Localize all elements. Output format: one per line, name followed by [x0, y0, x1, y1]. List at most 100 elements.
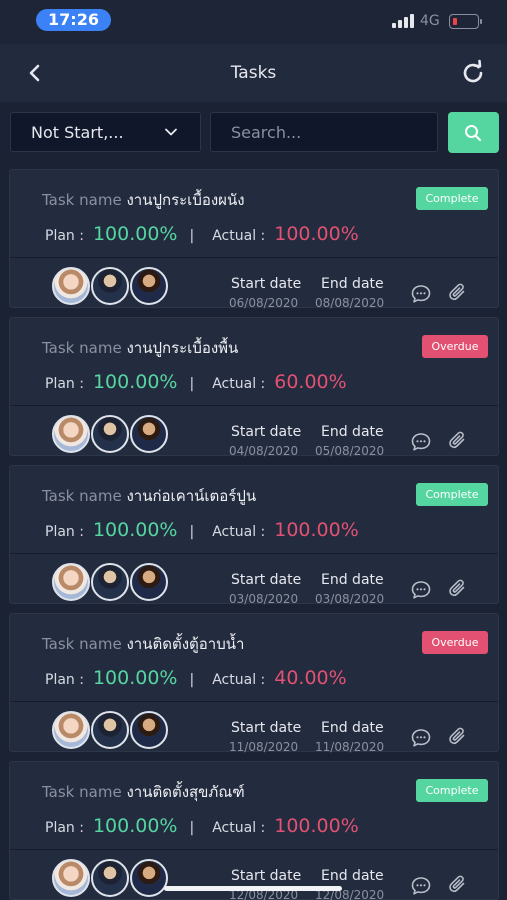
- avatar: [130, 859, 168, 897]
- chat-bubble-icon[interactable]: [410, 431, 432, 453]
- task-name-label: Task name: [42, 339, 122, 357]
- start-date-label: Start date: [231, 276, 302, 292]
- progress-line: Plan : 100.00% | Actual : 40.00%: [45, 667, 347, 689]
- task-card-header: Task name งานติดตั้งสุขภัณฑ์ Complete Pl…: [10, 762, 498, 850]
- task-name: งานติดตั้งสุขภัณฑ์: [126, 783, 245, 801]
- task-card[interactable]: Task name งานติดตั้งตู้อาบน้ำ Overdue Pl…: [9, 613, 499, 754]
- end-date-value: 03/08/2020: [315, 592, 385, 606]
- battery-low-icon: [449, 14, 479, 29]
- start-date-value: 03/08/2020: [229, 592, 299, 606]
- plan-value: 100.00%: [92, 371, 178, 393]
- task-name: งานก่อเคาน์เตอร์ปูน: [126, 487, 257, 505]
- avatar: [52, 267, 90, 305]
- actual-value: 100.00%: [274, 519, 359, 541]
- end-date-label: End date: [321, 572, 384, 588]
- home-indicator: [164, 886, 342, 891]
- task-card-header: Task name งานปูกระเบื้องพื้น Overdue Pla…: [10, 318, 498, 406]
- task-card[interactable]: Task name งานปูกระเบื้องผนัง Complete Pl…: [9, 169, 499, 310]
- progress-separator: |: [189, 672, 195, 688]
- end-date-label: End date: [321, 720, 384, 736]
- task-card[interactable]: Task name งานปูกระเบื้องพื้น Overdue Pla…: [9, 317, 499, 458]
- task-card[interactable]: Task name งานก่อเคาน์เตอร์ปูน Complete P…: [9, 465, 499, 606]
- plan-label: Plan :: [45, 820, 84, 836]
- task-name-label: Task name: [42, 635, 122, 653]
- actual-label: Actual :: [212, 228, 266, 244]
- start-date-value: 11/08/2020: [229, 740, 299, 754]
- end-date-label: End date: [321, 424, 384, 440]
- chat-bubble-icon[interactable]: [410, 727, 432, 749]
- plan-value: 100.00%: [92, 519, 178, 541]
- avatar: [52, 859, 90, 897]
- progress-line: Plan : 100.00% | Actual : 100.00%: [45, 519, 359, 541]
- task-card-header: Task name งานปูกระเบื้องผนัง Complete Pl…: [10, 170, 498, 258]
- paperclip-icon[interactable]: [447, 874, 469, 896]
- search-icon: [465, 125, 482, 142]
- avatar: [91, 711, 129, 749]
- avatar: [130, 563, 168, 601]
- plan-value: 100.00%: [92, 667, 178, 689]
- avatar: [52, 415, 90, 453]
- actual-label: Actual :: [212, 524, 266, 540]
- chat-bubble-icon[interactable]: [410, 579, 432, 601]
- chat-bubble-icon[interactable]: [410, 283, 432, 305]
- paperclip-icon[interactable]: [447, 430, 469, 452]
- search-input[interactable]: [210, 112, 438, 152]
- task-card-header: Task name งานก่อเคาน์เตอร์ปูน Complete P…: [10, 466, 498, 554]
- status-filter-value: Not Start,...: [31, 123, 124, 142]
- plan-label: Plan :: [45, 672, 84, 688]
- actual-value: 100.00%: [274, 815, 359, 837]
- status-filter-select[interactable]: Not Start,...: [10, 112, 201, 152]
- avatar: [130, 711, 168, 749]
- actual-label: Actual :: [212, 820, 266, 836]
- status-time: 17:26: [36, 9, 111, 31]
- start-date-label: Start date: [231, 868, 302, 884]
- search-button[interactable]: [448, 112, 499, 153]
- task-card[interactable]: Task name งานติดตั้งสุขภัณฑ์ Complete Pl…: [9, 761, 499, 900]
- plan-value: 100.00%: [92, 815, 178, 837]
- end-date-label: End date: [321, 868, 384, 884]
- task-card-header: Task name งานติดตั้งตู้อาบน้ำ Overdue Pl…: [10, 614, 498, 702]
- actual-value: 60.00%: [274, 371, 347, 393]
- task-name-line: Task name งานปูกระเบื้องพื้น: [42, 336, 238, 360]
- actual-value: 40.00%: [274, 667, 347, 689]
- start-date-label: Start date: [231, 572, 302, 588]
- task-name-line: Task name งานติดตั้งตู้อาบน้ำ: [42, 632, 244, 656]
- signal-bars-icon: [392, 14, 414, 28]
- progress-separator: |: [189, 524, 195, 540]
- status-badge: Overdue: [422, 631, 488, 654]
- task-name-label: Task name: [42, 487, 122, 505]
- paperclip-icon[interactable]: [447, 578, 469, 600]
- chevron-down-icon: [165, 128, 177, 136]
- avatar: [130, 267, 168, 305]
- avatar: [130, 415, 168, 453]
- status-badge: Overdue: [422, 335, 488, 358]
- start-date-label: Start date: [231, 720, 302, 736]
- task-name: งานปูกระเบื้องพื้น: [126, 339, 239, 357]
- avatar: [52, 711, 90, 749]
- status-badge: Complete: [416, 187, 488, 210]
- top-app-bar: Tasks: [0, 44, 507, 102]
- progress-separator: |: [189, 820, 195, 836]
- chat-bubble-icon[interactable]: [410, 875, 432, 897]
- task-name: งานติดตั้งตู้อาบน้ำ: [126, 635, 245, 653]
- progress-separator: |: [189, 376, 195, 392]
- network-type: 4G: [420, 13, 440, 29]
- page-title: Tasks: [230, 63, 277, 83]
- end-date-value: 11/08/2020: [315, 740, 385, 754]
- actual-label: Actual :: [212, 672, 266, 688]
- avatar: [91, 859, 129, 897]
- filter-bar: Not Start,...: [0, 102, 507, 162]
- progress-line: Plan : 100.00% | Actual : 100.00%: [45, 223, 359, 245]
- progress-separator: |: [189, 228, 195, 244]
- paperclip-icon[interactable]: [447, 726, 469, 748]
- actual-label: Actual :: [212, 376, 266, 392]
- refresh-icon[interactable]: [459, 59, 487, 87]
- paperclip-icon[interactable]: [447, 282, 469, 304]
- start-date-value: 06/08/2020: [229, 296, 299, 310]
- task-name: งานปูกระเบื้องผนัง: [126, 191, 245, 209]
- avatar: [91, 267, 129, 305]
- task-list: Task name งานปูกระเบื้องผนัง Complete Pl…: [0, 162, 507, 900]
- avatar: [91, 563, 129, 601]
- start-date-value: 04/08/2020: [229, 444, 299, 458]
- task-name-label: Task name: [42, 191, 122, 209]
